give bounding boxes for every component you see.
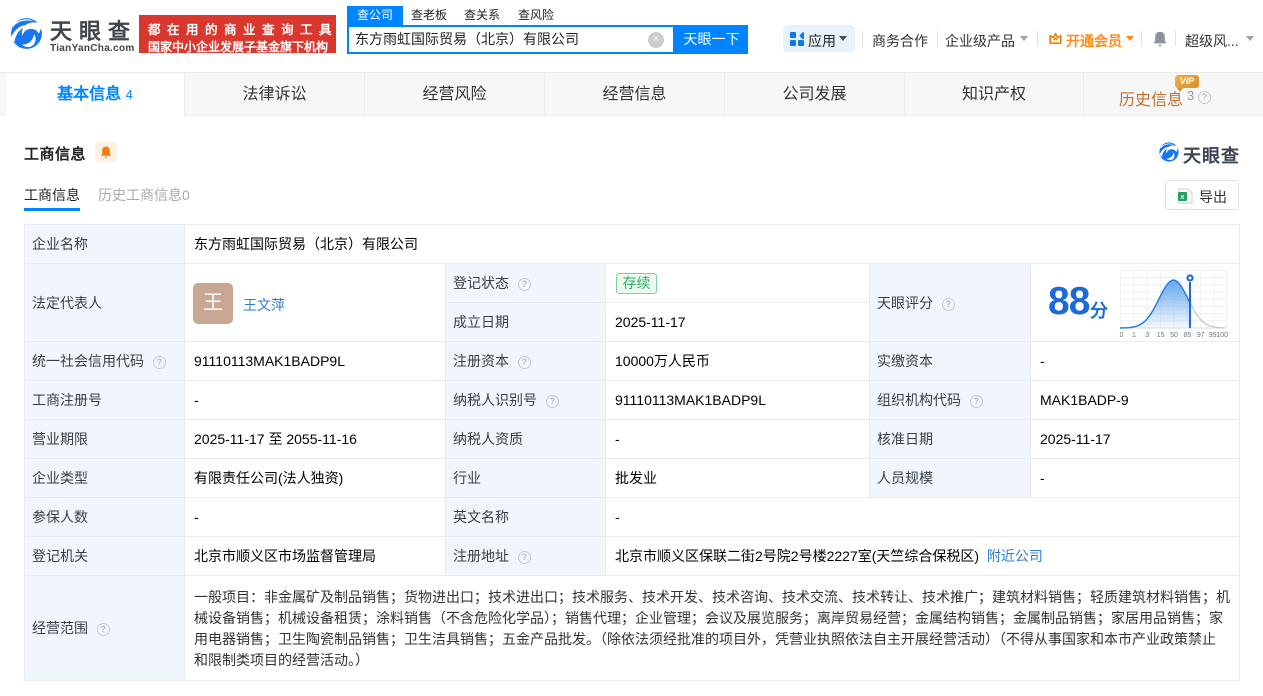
svg-text:50: 50	[1170, 332, 1178, 338]
svg-text:1: 1	[1132, 332, 1136, 338]
svg-text:x: x	[1181, 194, 1185, 201]
svg-text:3: 3	[1145, 332, 1149, 338]
svg-text:97: 97	[1197, 332, 1205, 338]
svg-text:15: 15	[1157, 332, 1165, 338]
svg-text:0: 0	[1120, 332, 1124, 338]
svg-text:85: 85	[1184, 332, 1192, 338]
svg-text:100: 100	[1216, 332, 1228, 338]
